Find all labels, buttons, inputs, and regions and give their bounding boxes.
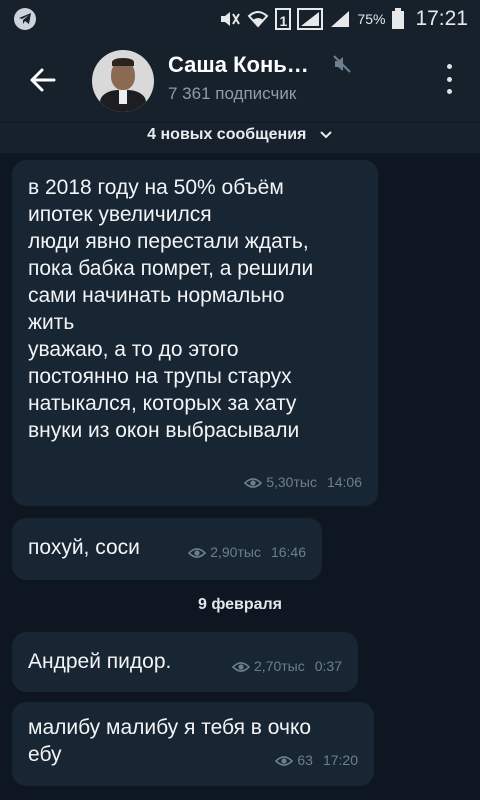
message-bubble[interactable]: Андрей пидор. 2,70тыс 0:37 [12, 632, 358, 692]
battery-percent: 75% [357, 11, 386, 27]
date-separator: 9 февраля [197, 596, 283, 613]
message-meta: 63 17:20 [275, 747, 358, 774]
avatar[interactable] [92, 50, 154, 112]
battery-icon [392, 8, 405, 29]
channel-title[interactable]: Саша Конь… [168, 52, 309, 78]
clock: 17:21 [415, 7, 468, 30]
views-icon [244, 477, 263, 488]
subscriber-count: 7 361 подписчик [168, 84, 297, 103]
more-menu-button[interactable] [444, 64, 454, 94]
message-bubble[interactable]: в 2018 году на 50% объём ипотек увеличил… [12, 160, 378, 506]
views-icon [232, 661, 251, 672]
mute-icon [221, 12, 241, 26]
message-text: Андрей пидор. [28, 650, 172, 673]
new-messages-label: 4 новых сообщения [147, 126, 307, 143]
message-time: 16:46 [270, 544, 306, 560]
signal-icon [297, 8, 324, 30]
status-bar: 1 75% 17:21 [0, 0, 480, 38]
message-time: 14:06 [326, 474, 362, 490]
message-text: похуй, соси [28, 536, 140, 559]
message-time: 17:20 [322, 752, 358, 768]
back-button[interactable] [24, 60, 64, 100]
message-text: в 2018 году на 50% объём ипотек увеличил… [28, 176, 314, 442]
back-arrow-icon [30, 68, 56, 92]
message-meta: 2,70тыс 0:37 [232, 653, 342, 680]
message-meta: 2,90тыс 16:46 [188, 539, 306, 566]
muted-icon [333, 55, 351, 73]
view-count: 2,90тыс [210, 544, 261, 560]
wifi-icon [247, 11, 269, 28]
view-count: 63 [297, 752, 313, 768]
chevron-down-icon [320, 131, 332, 139]
chat-header: Саша Конь… 7 361 подписчик [0, 38, 480, 122]
view-count: 2,70тыс [254, 658, 305, 674]
status-icons: 1 75% 17:21 [219, 4, 468, 34]
new-messages-bar[interactable]: 4 новых сообщения [0, 122, 480, 153]
sim-slot-icon: 1 [275, 8, 292, 30]
message-meta: 5,30тыс 14:06 [244, 469, 362, 496]
telegram-icon [14, 8, 36, 30]
view-count: 5,30тыс [266, 474, 317, 490]
views-icon [275, 755, 294, 766]
message-time: 0:37 [314, 658, 342, 674]
views-icon [188, 547, 207, 558]
message-bubble[interactable]: малибу малибу я тебя в очко ебу 63 17:20 [12, 702, 374, 786]
message-bubble[interactable]: похуй, соси 2,90тыс 16:46 [12, 518, 322, 580]
signal-icon-2 [331, 11, 350, 27]
